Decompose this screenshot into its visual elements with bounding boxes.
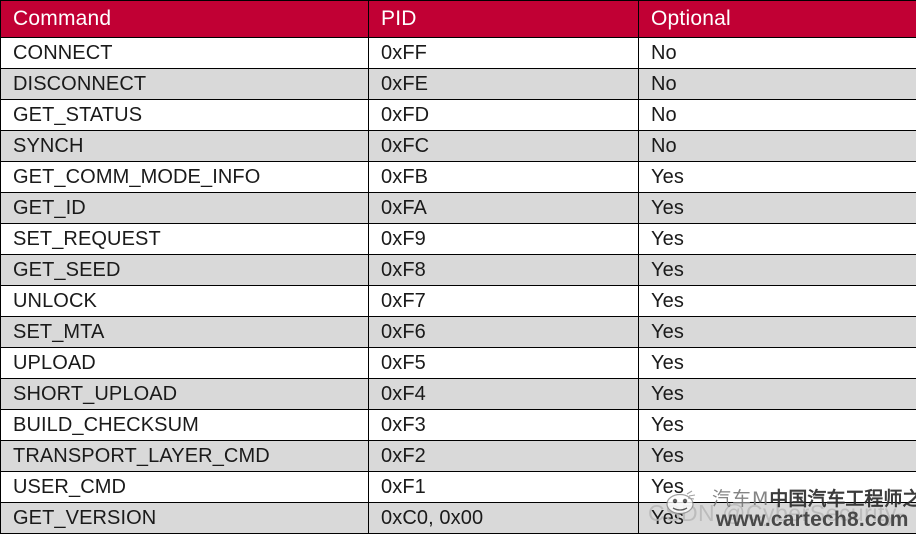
cell-command: UPLOAD — [0, 347, 369, 379]
table-row: SET_MTA 0xF6 Yes — [0, 316, 916, 348]
cell-optional: Yes — [638, 502, 916, 534]
cell-optional: Yes — [638, 161, 916, 193]
cell-command: GET_COMM_MODE_INFO — [0, 161, 369, 193]
cell-command: UNLOCK — [0, 285, 369, 317]
cell-optional: Yes — [638, 285, 916, 317]
cell-pid: 0xF9 — [368, 223, 639, 255]
cell-optional: Yes — [638, 409, 916, 441]
cell-pid: 0xC0, 0x00 — [368, 502, 639, 534]
table-body: CONNECT 0xFF No DISCONNECT 0xFE No GET_S… — [0, 37, 916, 534]
cell-optional: Yes — [638, 192, 916, 224]
cell-optional: No — [638, 68, 916, 100]
table-row: CONNECT 0xFF No — [0, 37, 916, 69]
cell-optional: No — [638, 37, 916, 69]
cell-command: GET_ID — [0, 192, 369, 224]
cell-command: GET_SEED — [0, 254, 369, 286]
table-row: SET_REQUEST 0xF9 Yes — [0, 223, 916, 255]
cell-pid: 0xFD — [368, 99, 639, 131]
cell-command: DISCONNECT — [0, 68, 369, 100]
table-row: BUILD_CHECKSUM 0xF3 Yes — [0, 409, 916, 441]
column-header-optional: Optional — [638, 0, 916, 38]
column-header-command: Command — [0, 0, 369, 38]
cell-command: SYNCH — [0, 130, 369, 162]
table-row: UNLOCK 0xF7 Yes — [0, 285, 916, 317]
cell-command: GET_VERSION — [0, 502, 369, 534]
cell-pid: 0xF6 — [368, 316, 639, 348]
cell-command: GET_STATUS — [0, 99, 369, 131]
cell-pid: 0xF7 — [368, 285, 639, 317]
table-row: GET_SEED 0xF8 Yes — [0, 254, 916, 286]
cell-pid: 0xFC — [368, 130, 639, 162]
table-row: DISCONNECT 0xFE No — [0, 68, 916, 100]
table-header: Command PID Optional — [0, 0, 916, 38]
cell-pid: 0xF3 — [368, 409, 639, 441]
table-row: SYNCH 0xFC No — [0, 130, 916, 162]
cell-optional: Yes — [638, 223, 916, 255]
cell-pid: 0xF2 — [368, 440, 639, 472]
cell-command: CONNECT — [0, 37, 369, 69]
cell-command: SET_MTA — [0, 316, 369, 348]
cell-command: BUILD_CHECKSUM — [0, 409, 369, 441]
cell-optional: Yes — [638, 347, 916, 379]
cell-optional: Yes — [638, 254, 916, 286]
cell-pid: 0xF8 — [368, 254, 639, 286]
table-row: GET_STATUS 0xFD No — [0, 99, 916, 131]
cell-pid: 0xF4 — [368, 378, 639, 410]
cell-optional: Yes — [638, 378, 916, 410]
cell-command: TRANSPORT_LAYER_CMD — [0, 440, 369, 472]
cell-pid: 0xF5 — [368, 347, 639, 379]
cell-pid: 0xFE — [368, 68, 639, 100]
cell-optional: No — [638, 99, 916, 131]
xcp-command-table: Command PID Optional CONNECT 0xFF No DIS… — [0, 0, 916, 534]
table-row: GET_COMM_MODE_INFO 0xFB Yes — [0, 161, 916, 193]
table-header-row: Command PID Optional — [0, 0, 916, 38]
cell-pid: 0xFB — [368, 161, 639, 193]
cell-optional: Yes — [638, 440, 916, 472]
cell-optional: Yes — [638, 316, 916, 348]
cell-pid: 0xF1 — [368, 471, 639, 503]
cell-command: SET_REQUEST — [0, 223, 369, 255]
cell-command: USER_CMD — [0, 471, 369, 503]
table-row: GET_VERSION 0xC0, 0x00 Yes — [0, 502, 916, 534]
column-header-pid: PID — [368, 0, 639, 38]
table-row: UPLOAD 0xF5 Yes — [0, 347, 916, 379]
table-row: TRANSPORT_LAYER_CMD 0xF2 Yes — [0, 440, 916, 472]
cell-optional: Yes — [638, 471, 916, 503]
table-page: Command PID Optional CONNECT 0xFF No DIS… — [0, 0, 916, 545]
cell-pid: 0xFA — [368, 192, 639, 224]
cell-pid: 0xFF — [368, 37, 639, 69]
table-row: SHORT_UPLOAD 0xF4 Yes — [0, 378, 916, 410]
table-row: USER_CMD 0xF1 Yes — [0, 471, 916, 503]
cell-optional: No — [638, 130, 916, 162]
cell-command: SHORT_UPLOAD — [0, 378, 369, 410]
table-row: GET_ID 0xFA Yes — [0, 192, 916, 224]
